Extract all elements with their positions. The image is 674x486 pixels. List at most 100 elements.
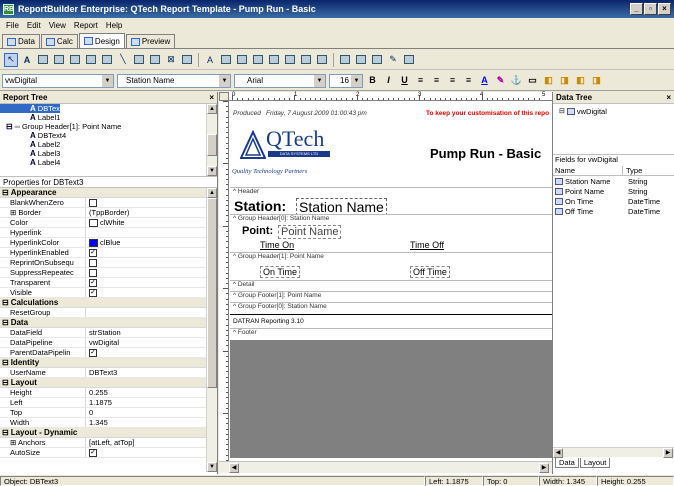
- scroll-left-icon[interactable]: ◀: [229, 463, 239, 473]
- time-on-label[interactable]: Time On: [260, 240, 294, 250]
- close-button[interactable]: ×: [658, 3, 671, 15]
- property-value[interactable]: ✓: [86, 248, 99, 257]
- minimize-button[interactable]: _: [630, 3, 643, 15]
- property-row[interactable]: Height 0.255: [0, 388, 206, 398]
- font-color-icon[interactable]: A: [478, 74, 491, 87]
- data-tree-hscroll[interactable]: ◀ ▶: [553, 447, 674, 458]
- property-value[interactable]: clWhite: [86, 218, 125, 227]
- tab-data[interactable]: Data: [2, 34, 40, 48]
- col-name[interactable]: Name: [553, 166, 623, 175]
- subreport-tool-icon[interactable]: [354, 53, 368, 67]
- band-footer[interactable]: ^ Footer: [230, 328, 552, 337]
- property-value[interactable]: [atLeft, atTop]: [86, 438, 134, 447]
- space-objects-icon[interactable]: ◨: [590, 74, 603, 87]
- property-value[interactable]: ✓: [86, 348, 99, 357]
- property-category[interactable]: ⊟ Layout: [0, 378, 206, 388]
- dbchart-tool-icon[interactable]: [315, 53, 329, 67]
- property-value[interactable]: [86, 198, 99, 207]
- shape-tool-icon[interactable]: ╲: [116, 53, 130, 67]
- band-detail[interactable]: ^ Detail: [230, 280, 552, 289]
- tree-item-label2[interactable]: A Label2: [0, 140, 217, 149]
- band-group-footer-0[interactable]: ^ Group Footer[0]: Station Name: [230, 302, 552, 311]
- checkbox-tool-icon[interactable]: ⊠: [164, 53, 178, 67]
- tree-item-dbtext3[interactable]: A DBText3: [0, 104, 66, 113]
- tab-data-tree[interactable]: Data: [555, 458, 579, 468]
- scroll-up-icon[interactable]: ▲: [207, 188, 217, 198]
- print-date[interactable]: Friday, 7 August 2009 01:00:43 pm: [266, 110, 367, 117]
- menu-help[interactable]: Help: [102, 21, 126, 30]
- property-value[interactable]: ✓: [86, 288, 99, 297]
- property-row[interactable]: ⊞ Anchors [atLeft, atTop]: [0, 438, 206, 448]
- collapse-icon[interactable]: ⊟: [2, 298, 9, 307]
- property-row[interactable]: ResetGroup: [0, 308, 206, 318]
- tagline[interactable]: Quality Technology Partners: [232, 168, 307, 175]
- collapse-icon[interactable]: ⊟: [2, 358, 9, 367]
- property-row[interactable]: DataPipeline vwDigital: [0, 338, 206, 348]
- menu-report[interactable]: Report: [70, 21, 102, 30]
- property-value[interactable]: strStation: [86, 328, 121, 337]
- property-row[interactable]: ⊞ Border (TppBorder): [0, 208, 206, 218]
- field-row[interactable]: Point Name String: [553, 186, 674, 196]
- collapse-icon[interactable]: ⊟: [2, 378, 9, 387]
- variable-tool-icon[interactable]: [84, 53, 98, 67]
- scroll-down-icon[interactable]: ▼: [207, 166, 217, 176]
- property-category[interactable]: ⊟ Calculations: [0, 298, 206, 308]
- dbrich-tool-icon[interactable]: [251, 53, 265, 67]
- scroll-thumb[interactable]: [207, 198, 217, 388]
- band-group-footer-1[interactable]: ^ Group Footer[1]: Point Name: [230, 291, 552, 300]
- region-tool-icon[interactable]: [338, 53, 352, 67]
- property-value[interactable]: [86, 268, 99, 277]
- station-label[interactable]: Station:: [234, 198, 286, 214]
- tree-item-label1[interactable]: A Label1: [0, 113, 217, 122]
- property-value[interactable]: ✓: [86, 278, 99, 287]
- barcode-tool-icon[interactable]: [148, 53, 162, 67]
- col-type[interactable]: Type: [623, 166, 642, 175]
- underline-button[interactable]: U: [398, 74, 411, 87]
- tab-design[interactable]: Design: [78, 33, 125, 48]
- dbmemo-tool-icon[interactable]: [219, 53, 233, 67]
- border-icon[interactable]: ▭: [526, 74, 539, 87]
- checked-checkbox[interactable]: ✓: [89, 248, 97, 257]
- scroll-right-icon[interactable]: ▶: [539, 463, 549, 473]
- align-objects-icon[interactable]: ◧: [574, 74, 587, 87]
- chart-tool-icon[interactable]: [180, 53, 194, 67]
- pipeline-node[interactable]: ⊟ vwDigital: [553, 106, 674, 116]
- property-value[interactable]: DBText3: [86, 368, 117, 377]
- property-row[interactable]: SuppressRepeatec: [0, 268, 206, 278]
- property-row[interactable]: Top 0: [0, 408, 206, 418]
- pagebreak-tool-icon[interactable]: ✎: [386, 53, 400, 67]
- checked-checkbox[interactable]: ✓: [89, 448, 97, 457]
- property-row[interactable]: UserName DBText3: [0, 368, 206, 378]
- property-value[interactable]: [86, 228, 89, 237]
- unchecked-checkbox[interactable]: [89, 258, 97, 267]
- on-time-field[interactable]: On Time: [260, 266, 301, 278]
- select-pointer-icon[interactable]: ↖: [4, 52, 18, 67]
- field-row[interactable]: Station Name String: [553, 176, 674, 186]
- dbimage-tool-icon[interactable]: [267, 53, 281, 67]
- time-off-label[interactable]: Time Off: [410, 240, 444, 250]
- customisation-notice[interactable]: To keep your customisation of this repo: [426, 110, 549, 117]
- align-right-icon[interactable]: ≡: [446, 74, 459, 87]
- scroll-up-icon[interactable]: ▲: [207, 104, 217, 114]
- scroll-thumb[interactable]: [207, 134, 217, 156]
- dbbarcode-tool-icon[interactable]: [283, 53, 297, 67]
- tab-preview[interactable]: Preview: [125, 34, 176, 48]
- property-row[interactable]: ParentDataPipelin ✓: [0, 348, 206, 358]
- point-label[interactable]: Point:: [242, 225, 273, 237]
- collapse-icon[interactable]: ⊟: [2, 188, 9, 197]
- memo-tool-icon[interactable]: [36, 53, 50, 67]
- property-value[interactable]: clBlue: [86, 238, 120, 247]
- property-row[interactable]: Transparent ✓: [0, 278, 206, 288]
- property-row[interactable]: ReprintOnSubsequ: [0, 258, 206, 268]
- property-row[interactable]: BlankWhenZero: [0, 198, 206, 208]
- property-category[interactable]: ⊟ Appearance: [0, 188, 206, 198]
- property-row[interactable]: HyperlinkEnabled ✓: [0, 248, 206, 258]
- align-center-icon[interactable]: ≡: [430, 74, 443, 87]
- font-size-select[interactable]: 16 ▼: [329, 73, 363, 88]
- field-row[interactable]: Off Time DateTime: [553, 206, 674, 216]
- property-category[interactable]: ⊟ Data: [0, 318, 206, 328]
- tree-item-label3[interactable]: A Label3: [0, 149, 217, 158]
- property-value[interactable]: 0.255: [86, 388, 108, 397]
- property-value[interactable]: [86, 258, 99, 267]
- property-row[interactable]: Width 1.345: [0, 418, 206, 428]
